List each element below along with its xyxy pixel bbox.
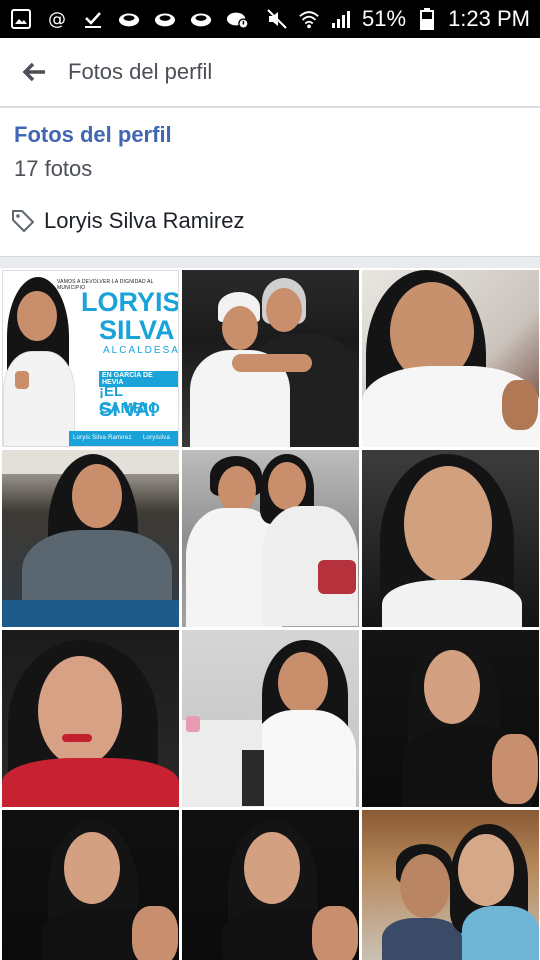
profile-photo-12[interactable]: [362, 810, 539, 960]
thumbs-up-hand: [15, 371, 29, 389]
back-arrow-icon: [22, 62, 45, 82]
shoulder: [492, 734, 538, 804]
profile-photo-9[interactable]: [362, 630, 539, 807]
shoulder: [312, 906, 358, 960]
profile-photo-2[interactable]: [182, 270, 359, 447]
cloud-icon: [154, 8, 176, 30]
app-header: Fotos del perfil: [0, 38, 540, 108]
cloud-icon: [118, 8, 140, 30]
photo-grid: VAMOS A DEVOLVER LA DIGNIDAD AL MUNICIPI…: [0, 268, 540, 960]
status-bar: @ 51% 1:23 PM: [0, 0, 540, 38]
section-divider: [0, 256, 540, 268]
header-title: Fotos del perfil: [68, 59, 213, 84]
notification-icons: @: [10, 8, 266, 30]
profile-photo-6[interactable]: [362, 450, 539, 627]
poster-name1: LORYIS: [81, 287, 179, 317]
clock: 1:23 PM: [448, 6, 530, 31]
alert-cloud-icon: [226, 8, 248, 30]
profile-photo-8[interactable]: [182, 630, 359, 807]
tagged-person-name: Loryis Silva Ramirez: [44, 208, 245, 233]
wifi-icon: [298, 8, 320, 30]
poster-footer2: Loryisilva: [143, 435, 171, 441]
profile-photo-10[interactable]: [2, 810, 179, 960]
battery-icon: [416, 8, 438, 30]
at-icon: @: [48, 8, 66, 30]
battery-percent: 51%: [362, 6, 407, 31]
hug-arm: [232, 354, 312, 372]
tagged-person-row[interactable]: Loryis Silva Ramirez: [10, 208, 245, 234]
profile-photo-3[interactable]: [362, 270, 539, 447]
back-button[interactable]: [0, 37, 68, 107]
poster-slogan2: SI VA!: [99, 399, 157, 421]
check-download-icon: [82, 8, 104, 30]
photo-count: 17 fotos: [14, 156, 93, 181]
profile-photo-11[interactable]: [182, 810, 359, 960]
pink-cup: [186, 716, 200, 732]
signal-icon: [330, 8, 352, 30]
cloud-icon: [190, 8, 212, 30]
shoulder: [132, 906, 178, 960]
lips: [62, 734, 92, 742]
handbag: [318, 560, 356, 594]
album-title[interactable]: Fotos del perfil: [14, 122, 172, 148]
profile-photo-1[interactable]: VAMOS A DEVOLVER LA DIGNIDAD AL MUNICIPI…: [2, 270, 179, 447]
image-icon: [10, 8, 32, 30]
raised-arm: [502, 380, 538, 430]
tag-icon: [12, 210, 34, 232]
system-status: 51% 1:23 PM: [266, 6, 530, 32]
computer-tower: [242, 750, 264, 806]
mute-icon: [266, 8, 288, 30]
poster-footer1: Loryis Silva Ramirez: [73, 435, 132, 441]
album-info: Fotos del perfil 17 fotos Loryis Silva R…: [0, 108, 540, 258]
profile-photo-7[interactable]: [2, 630, 179, 807]
poster-role: ALCALDESA: [103, 345, 179, 356]
profile-photo-4[interactable]: [2, 450, 179, 627]
profile-photo-5[interactable]: [182, 450, 359, 627]
poster-name2: SILVA: [99, 315, 175, 345]
table-surface: [2, 600, 179, 627]
